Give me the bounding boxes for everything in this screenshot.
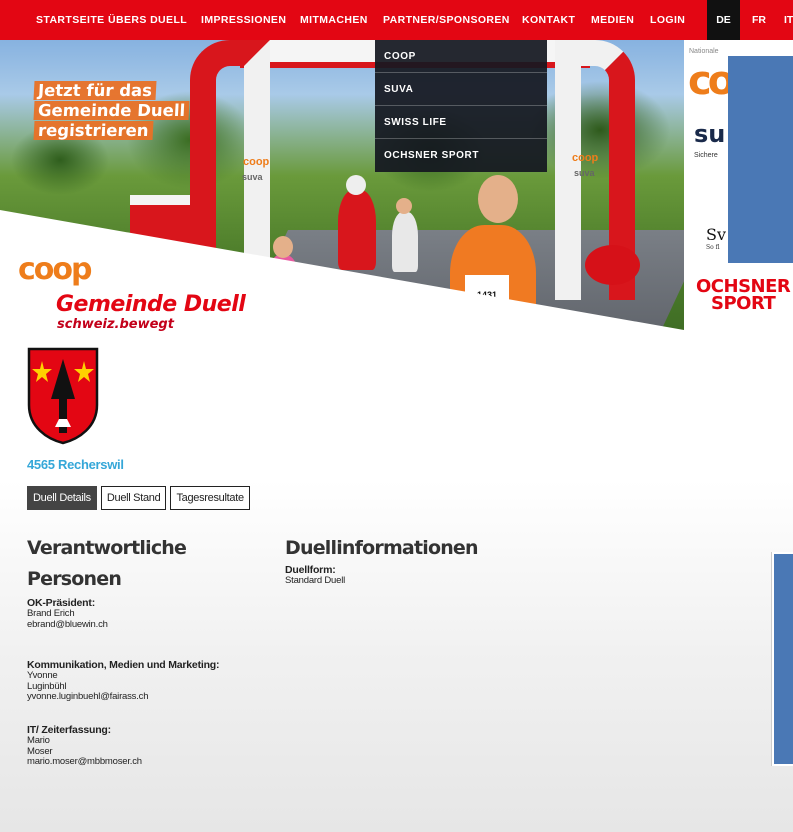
hero-arch-base-right [585,245,640,285]
sponsor-nationale-label: Nationale [689,48,719,55]
dropdown-item-ochsner-sport[interactable]: OCHSNER SPORT [375,139,547,172]
promo-line-3: registrieren [33,121,154,140]
duel-info-title: Duellinformationen [285,537,479,559]
sponsor-strip: Nationale co su Sichere Sv So fl OCHSNER… [684,40,793,342]
nav-mitmachen[interactable]: MITMACHEN [300,14,368,26]
runner-2-head [396,198,412,214]
main-runner-head [478,175,518,223]
municipality-name: 4565 Recherswil [27,457,124,472]
arch-label-coop: coop [243,156,270,168]
cyclist-helmet [346,175,366,195]
language-it[interactable]: IT [784,14,793,26]
contact-email[interactable]: yvonne.luginbuehl@fairass.ch [27,691,219,703]
sponsor-swisslife-logo[interactable]: Sv [706,225,726,244]
tab-duell-details[interactable]: Duell Details [27,486,97,510]
duel-form-value: Standard Duell [285,575,346,586]
dropdown-item-swiss-life[interactable]: SWISS LIFE [375,106,547,139]
contact-email[interactable]: mario.moser@mbbmoser.ch [27,756,142,768]
language-fr[interactable]: FR [752,14,766,26]
nav-impressionen[interactable]: IMPRESSIONEN [201,14,286,26]
promo-line-1: Jetzt für das [33,81,157,100]
runner-2 [392,212,418,272]
cyclist [338,190,376,270]
language-de[interactable]: DE [707,0,740,40]
sponsor-coop-logo[interactable]: co [688,58,735,104]
nav-login[interactable]: LOGIN [650,14,685,26]
contact-name: Brand Erich [27,608,75,619]
dropdown-item-coop[interactable]: COOP [375,40,547,73]
sponsor-swisslife-tagline: So fl [706,244,720,251]
nav-medien[interactable]: MEDIEN [591,14,634,26]
sponsor-suva-logo[interactable]: su [694,120,725,148]
contact-ok-praesident: OK-Präsident: Brand Erich ebrand@bluewin… [27,598,108,630]
promo-register-text[interactable]: Jetzt für das Gemeinde Duell registriere… [33,81,190,141]
nav-partner-sponsoren[interactable]: PARTNER/SPONSOREN [383,14,510,26]
duel-tabs: Duell Details Duell Stand Tagesresultate [27,486,250,510]
duel-form-block: Duellform: Standard Duell [285,565,345,587]
side-blue-panel [772,552,793,766]
arch-label-coop-right: coop [572,152,599,164]
contact-first-name: Yvonne [27,670,58,681]
promo-line-2: Gemeinde Duell [33,101,190,120]
dropdown-item-suva[interactable]: SUVA [375,73,547,106]
arch-label-suva-right: suva [574,168,595,178]
sponsor-ochsner-logo[interactable]: OCHSNER SPORT [696,278,791,314]
sponsor-suva-tagline: Sichere [694,152,718,159]
contacts-title-line-2: Personen [27,568,122,590]
sponsor-blue-panel [728,56,793,263]
schweiz-bewegt-tagline: schweiz.bewegt [57,317,174,332]
coat-of-arms-icon [27,347,99,445]
contact-kommunikation: Kommunikation, Medien und Marketing: Yvo… [27,660,220,703]
nav-uebers-duell[interactable]: ÜBERS DUELL [108,14,187,26]
arch-label-suva: suva [242,172,263,182]
contacts-title-line-1: Verantwortliche [27,537,187,559]
child-runner-head [273,236,293,258]
tab-duell-stand[interactable]: Duell Stand [100,486,167,510]
contact-it-zeiterfassung: IT/ Zeiterfassung: Mario Moser mario.mos… [27,725,142,768]
contact-email[interactable]: ebrand@bluewin.ch [27,619,108,631]
nav-kontakt[interactable]: KONTAKT [522,14,575,26]
nav-startseite[interactable]: STARTSEITE [36,14,105,26]
tab-tagesresultate[interactable]: Tagesresultate [170,486,250,510]
coop-logo: coop [18,252,92,287]
partner-sponsoren-dropdown: COOP SUVA SWISS LIFE OCHSNER SPORT [375,40,547,172]
top-navigation: STARTSEITE ÜBERS DUELL IMPRESSIONEN MITM… [0,0,793,40]
ochsner-line-2: SPORT [710,293,776,314]
hero-banner: coop suva coop suva 1431 Jetzt für das G… [0,40,684,342]
contact-first-name: Mario [27,735,50,746]
gemeinde-duell-logo: Gemeinde Duell [56,292,246,317]
